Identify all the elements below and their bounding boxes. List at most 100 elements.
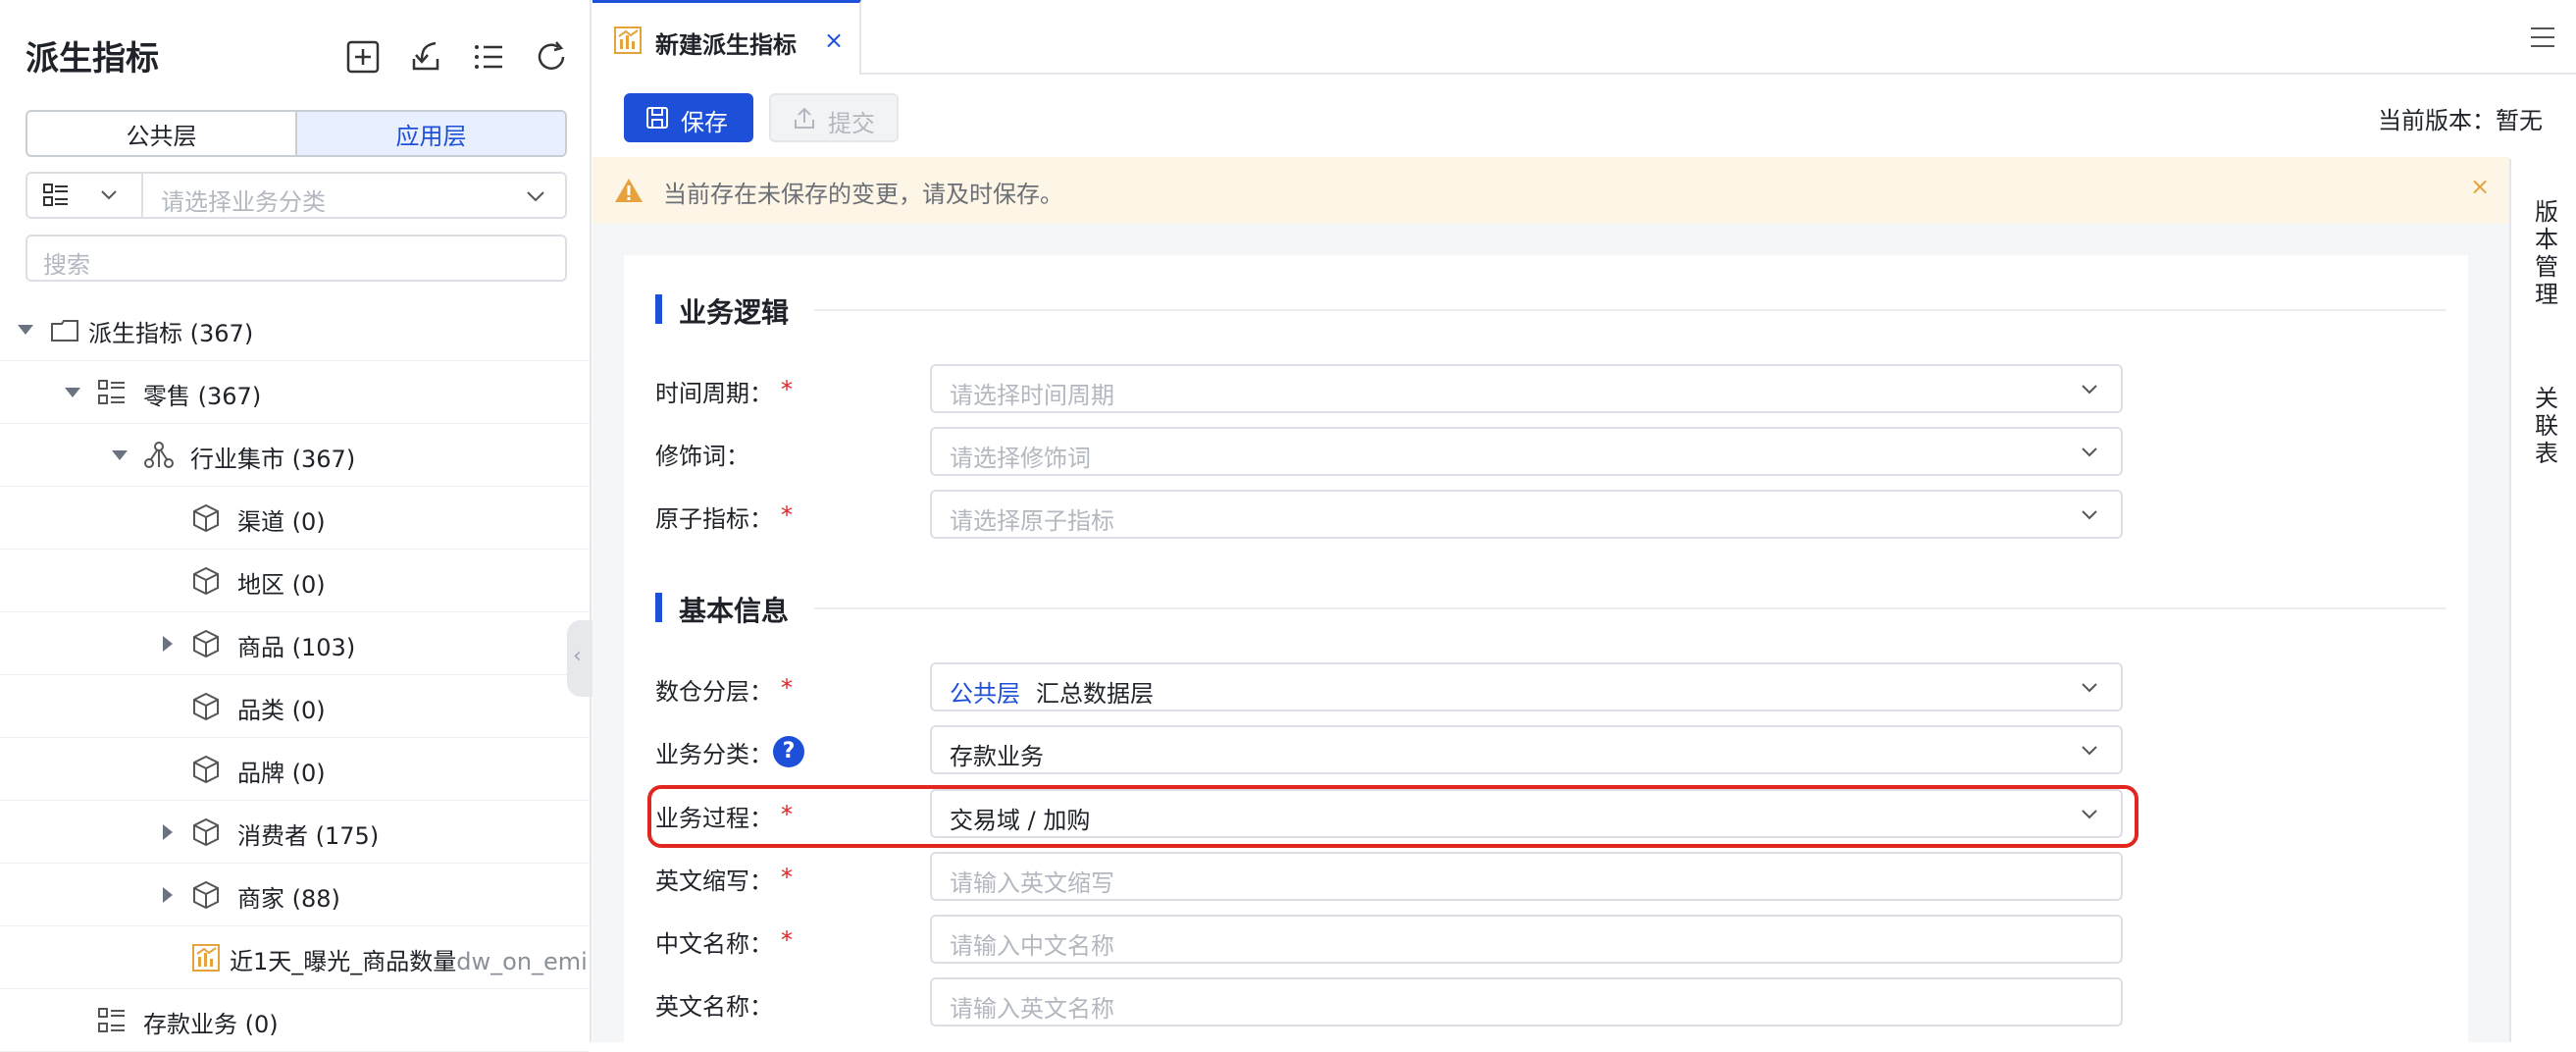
tree-label: 地区 xyxy=(237,571,284,599)
english-abbr-input[interactable]: 请输入英文缩写 xyxy=(930,852,2123,901)
metric-chart-icon xyxy=(612,25,644,56)
business-category-value: 存款业务 xyxy=(950,743,1044,770)
expand-arrow-icon[interactable] xyxy=(163,887,173,903)
tree-node-deposit[interactable]: 存款业务 (0) xyxy=(0,989,590,1052)
tree-node-consumer[interactable]: 消费者 (175) xyxy=(0,801,590,864)
category-select[interactable]: 请选择业务分类 xyxy=(26,172,567,219)
warehouse-layer-label: 数仓分层： xyxy=(655,678,773,706)
right-side-panel: 版本管理 关联表 xyxy=(2509,159,2576,1042)
chevron-down-icon xyxy=(101,190,117,200)
chinese-name-placeholder: 请输入中文名称 xyxy=(950,932,1114,960)
tab-app-layer[interactable]: 应用层 xyxy=(295,112,565,155)
expand-arrow-icon[interactable] xyxy=(65,388,80,397)
tree-node-root[interactable]: 派生指标 (367) xyxy=(0,298,590,361)
help-icon[interactable]: ? xyxy=(773,736,804,767)
tab-new-derived-metric[interactable]: 新建派生指标 × xyxy=(592,0,861,75)
save-button[interactable]: 保存 xyxy=(624,93,753,142)
chevron-down-icon xyxy=(2082,683,2097,693)
current-version: 当前版本：暂无 xyxy=(2378,107,2543,134)
close-tab-icon[interactable]: × xyxy=(824,26,844,54)
alert-text: 当前存在未保存的变更，请及时保存。 xyxy=(663,181,1063,208)
expand-arrow-icon[interactable] xyxy=(112,450,128,460)
unsaved-alert: 当前存在未保存的变更，请及时保存。 × xyxy=(592,157,2509,224)
tree-count: (0) xyxy=(291,697,326,724)
version-management-tab[interactable]: 版本管理 xyxy=(2533,198,2560,308)
grid-list-icon xyxy=(43,184,68,206)
close-alert-icon[interactable]: × xyxy=(2470,173,2490,200)
related-table-tab[interactable]: 关联表 xyxy=(2533,385,2560,467)
required-mark: * xyxy=(781,926,793,954)
add-icon[interactable] xyxy=(343,37,383,77)
atomic-metric-select[interactable]: 请选择原子指标 xyxy=(930,490,2123,539)
tree-count: (367) xyxy=(189,320,254,347)
left-sidebar: 派生指标 公共层 应用层 请选择业务分类 搜索 派生指标 (367) 零售 (3… xyxy=(0,0,592,1052)
metric-chart-icon xyxy=(190,942,222,973)
warehouse-layer-select[interactable]: 公共层 汇总数据层 xyxy=(930,662,2123,711)
atomic-metric-placeholder: 请选择原子指标 xyxy=(950,507,1114,535)
expand-arrow-icon[interactable] xyxy=(18,325,33,335)
tree-count: (103) xyxy=(291,634,356,661)
category-list-icon xyxy=(96,377,128,408)
highlight-outline xyxy=(647,785,2138,848)
layer-tag: 公共层 xyxy=(950,680,1020,708)
section-divider xyxy=(814,607,2447,609)
tree-node-channel[interactable]: 渠道 (0) xyxy=(0,487,590,550)
modifier-label: 修饰词： xyxy=(655,443,749,470)
tree-count: (0) xyxy=(291,760,326,787)
chinese-name-input[interactable]: 请输入中文名称 xyxy=(930,915,2123,964)
layer-toggle: 公共层 应用层 xyxy=(26,110,567,157)
required-mark: * xyxy=(781,501,793,529)
english-name-label: 英文名称： xyxy=(655,993,773,1021)
chevron-left-icon: ‹ xyxy=(573,644,582,668)
tree-label: 消费者 xyxy=(237,822,308,850)
tree-node-metric[interactable]: 近1天_曝光_商品数量dw_on_emi xyxy=(0,926,590,989)
view-mode-dropdown[interactable] xyxy=(27,174,143,217)
time-period-select[interactable]: 请选择时间周期 xyxy=(930,364,2123,413)
chevron-down-icon xyxy=(527,191,544,202)
tree-count: (0) xyxy=(244,1011,279,1038)
tab-public-layer[interactable]: 公共层 xyxy=(27,112,295,155)
list-icon[interactable] xyxy=(469,37,508,77)
english-name-placeholder: 请输入英文名称 xyxy=(950,995,1114,1023)
collapse-sidebar-handle[interactable]: ‹ xyxy=(567,620,592,697)
category-placeholder: 请选择业务分类 xyxy=(161,188,326,216)
chevron-down-icon xyxy=(2082,447,2097,457)
tree-node-retail[interactable]: 零售 (367) xyxy=(0,361,590,424)
chevron-down-icon xyxy=(2082,746,2097,756)
search-input[interactable]: 搜索 xyxy=(26,235,567,282)
menu-icon[interactable] xyxy=(2529,26,2556,49)
tab-bar: 新建派生指标 × xyxy=(592,0,2576,75)
tree-label: 商品 xyxy=(237,634,284,661)
tree-count: (0) xyxy=(291,571,326,599)
tree-node-product[interactable]: 商品 (103) xyxy=(0,612,590,675)
tree-node-merchant[interactable]: 商家 (88) xyxy=(0,864,590,926)
refresh-icon[interactable] xyxy=(532,37,571,77)
modifier-select[interactable]: 请选择修饰词 xyxy=(930,427,2123,476)
tree-node-region[interactable]: 地区 (0) xyxy=(0,550,590,612)
english-abbr-placeholder: 请输入英文缩写 xyxy=(950,869,1114,897)
tree-code: dw_on_emi xyxy=(456,948,588,975)
cube-icon xyxy=(190,502,222,534)
cube-icon xyxy=(190,691,222,722)
tree-node-brand[interactable]: 品牌 (0) xyxy=(0,738,590,801)
tree-label: 存款业务 xyxy=(143,1011,237,1038)
business-category-select[interactable]: 存款业务 xyxy=(930,725,2123,774)
modifier-placeholder: 请选择修饰词 xyxy=(950,445,1091,472)
tree-node-category[interactable]: 品类 (0) xyxy=(0,675,590,738)
section-divider xyxy=(814,309,2447,311)
hierarchy-icon xyxy=(143,440,175,471)
tab-label: 新建派生指标 xyxy=(655,31,797,59)
save-label: 保存 xyxy=(681,109,728,136)
import-icon[interactable] xyxy=(406,37,445,77)
atomic-metric-label: 原子指标： xyxy=(655,505,773,533)
expand-arrow-icon[interactable] xyxy=(163,636,173,652)
tree-count: (88) xyxy=(291,885,340,913)
tree-node-industry-mart[interactable]: 行业集市 (367) xyxy=(0,424,590,487)
folder-icon xyxy=(49,314,80,345)
expand-arrow-icon[interactable] xyxy=(163,824,173,840)
section-title-logic: 业务逻辑 xyxy=(679,296,790,329)
english-name-input[interactable]: 请输入英文名称 xyxy=(930,977,2123,1026)
time-period-placeholder: 请选择时间周期 xyxy=(950,382,1114,409)
chinese-name-label: 中文名称： xyxy=(655,930,773,958)
submit-button[interactable]: 提交 xyxy=(769,93,899,142)
